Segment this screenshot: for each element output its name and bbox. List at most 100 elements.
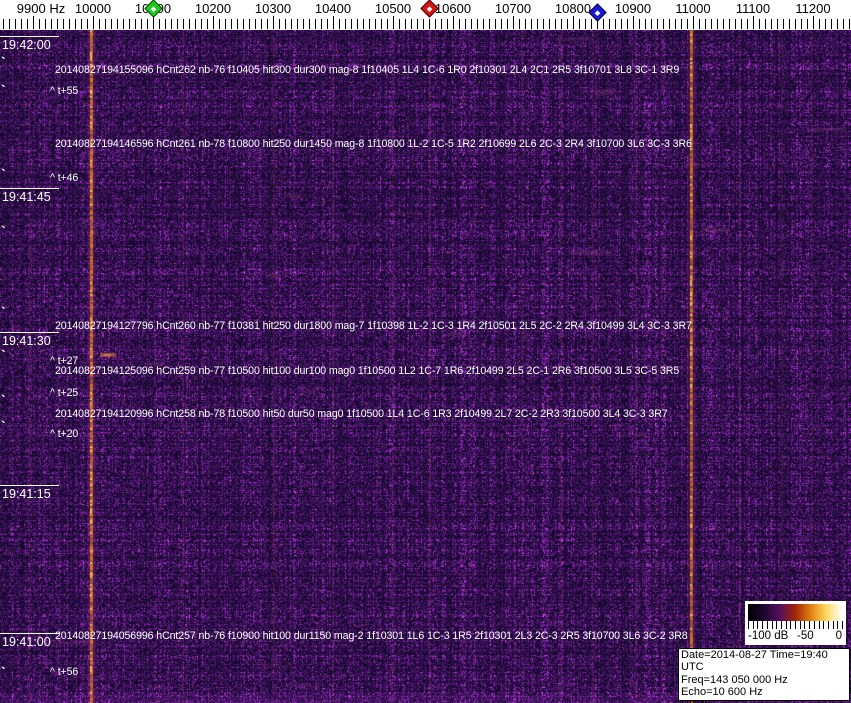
ruler-tick [105,19,106,29]
ruler-tick [729,19,730,29]
ruler-tick [837,19,838,29]
ruler-tick [75,19,76,29]
ruler-tick [471,19,472,29]
ruler-freq-label: 10000 [74,1,112,16]
time-axis-label: 19:41:15 [0,485,59,501]
time-minor-tick: ` [1,392,6,408]
ruler-tick [795,19,796,29]
ruler-tick [123,19,124,29]
detection-time-marker: ^ t+20 [50,428,79,440]
ruler-tick [459,19,460,29]
ruler-freq-label: 10800 [554,1,592,16]
ruler-tick [117,19,118,29]
ruler-tick [273,16,274,29]
ruler-tick [783,19,784,29]
ruler-tick [501,19,502,29]
ruler-tick [207,19,208,29]
time-axis-label: 19:42:00 [0,36,59,52]
ruler-tick [669,19,670,29]
ruler-tick [429,19,430,29]
ruler-tick [111,19,112,29]
detection-log-line: 20140827194120996 hCnt258 nb-78 f10500 h… [55,408,668,420]
spectrogram-app-window: 9900 Hz100001010010200103001040010500106… [0,0,851,703]
ruler-tick [813,16,814,29]
ruler-tick [555,19,556,29]
colorbar-tick [804,621,806,629]
colorbar-tick [757,621,759,629]
time-minor-tick: ` [1,418,6,434]
ruler-tick [63,19,64,29]
ruler-tick [675,19,676,29]
ruler-tick [441,19,442,29]
colorbar-tick [813,621,815,629]
ruler-tick [765,19,766,29]
colorbar-tick [795,621,796,629]
colorbar-tick [809,621,811,629]
ruler-tick [15,19,16,29]
ruler-tick [453,16,454,29]
ruler-tick [225,19,226,29]
ruler-tick [81,19,82,29]
ruler-tick [483,19,484,29]
ruler-tick [489,19,490,29]
detection-time-marker: ^ t+46 [50,172,79,184]
ruler-tick [663,19,664,29]
ruler-tick [435,19,436,29]
ruler-tick [735,19,736,29]
ruler-tick [177,19,178,29]
ruler-tick [447,19,448,29]
colorbar-tick [752,621,754,629]
ruler-tick [849,19,850,29]
marker-center-dot [150,5,157,12]
ruler-tick [375,19,376,29]
ruler-tick [531,19,532,29]
ruler-tick [27,19,28,29]
ruler-tick [93,16,94,29]
ruler-freq-label: 11200 [795,1,831,16]
colorbar-tick [842,621,843,629]
ruler-tick [357,19,358,29]
ruler-freq-label: 10300 [254,1,292,16]
colorbar-tick [832,621,834,629]
ruler-tick [657,19,658,29]
ruler-tick [585,19,586,29]
detection-log-line: 20140827194056996 hCnt257 nb-76 f10900 h… [55,630,688,642]
ruler-freq-label: 10200 [194,1,232,16]
ruler-tick [321,19,322,29]
ruler-tick [219,19,220,29]
frequency-ruler[interactable]: 9900 Hz100001010010200103001040010500106… [0,0,851,30]
ruler-tick [747,19,748,29]
ruler-tick [819,19,820,29]
ruler-tick [3,19,4,29]
ruler-tick [147,19,148,29]
ruler-tick [807,19,808,29]
time-minor-tick: ` [1,347,6,363]
time-axis-label: 19:41:45 [0,188,59,204]
time-minor-tick: ` [1,304,6,320]
colorbar-tick [771,621,773,629]
ruler-tick [51,19,52,29]
ruler-freq-label: 10900 [614,1,652,16]
ruler-tick [285,19,286,29]
ruler-tick [507,19,508,29]
ruler-tick [687,19,688,29]
ruler-freq-label: 11000 [675,1,711,16]
ruler-tick [345,19,346,29]
detection-time-marker: ^ t+56 [50,666,79,678]
ruler-freq-label: 10600 [434,1,472,16]
ruler-tick [369,19,370,29]
ruler-tick [69,19,70,29]
ruler-tick [39,19,40,29]
detection-time-marker: ^ t+55 [50,85,79,97]
ruler-tick [639,19,640,29]
ruler-tick [537,19,538,29]
colorbar-tick [785,621,787,629]
ruler-tick [237,19,238,29]
ruler-freq-label: 10700 [494,1,532,16]
colorbar-tick [766,621,768,629]
ruler-tick [717,19,718,29]
colorbar-tick [799,621,801,629]
ruler-tick [21,19,22,29]
ruler-tick [189,19,190,29]
ruler-tick [843,19,844,29]
